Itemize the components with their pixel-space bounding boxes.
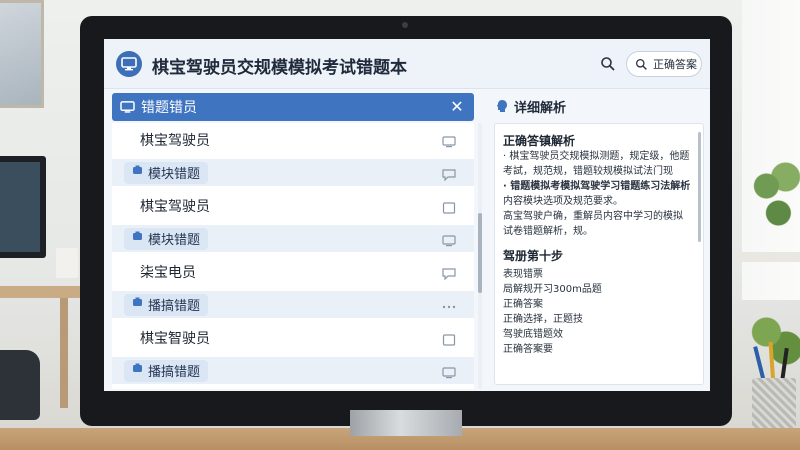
wrong-question-list-pane: 错题错员 ✕ 棋宝驾驶员 模块错题 棋宝驾驶员 模块错题 柒宝电员 播搞错题 棋宝智驶员 播搞… [112, 93, 482, 389]
app-logo-icon [116, 51, 142, 77]
list-item[interactable]: 播搞错题 [112, 288, 474, 321]
detail-header: 详细解析 [490, 93, 704, 119]
list-item[interactable]: 柒宝电员 [112, 255, 474, 288]
list-scrollbar[interactable] [478, 123, 482, 389]
scroll-thumb[interactable] [478, 213, 482, 293]
list-item-label: 柒宝电员 [140, 264, 196, 281]
square-icon[interactable] [442, 199, 456, 214]
correct-answer-button[interactable]: 正确答案 [626, 51, 702, 77]
background-monitor [0, 156, 46, 258]
detail-line: 试卷错题解析，规。 [503, 226, 593, 237]
list-item-label: 棋宝驾驶员 [140, 198, 210, 215]
section-title: 驾册第十步 [503, 249, 564, 263]
list-item[interactable]: 棋宝驾驶员 [112, 123, 474, 156]
monitor-stand [350, 410, 462, 436]
background-desk-leg [60, 298, 68, 408]
detail-scrollbar[interactable] [698, 132, 701, 242]
monitor-icon[interactable] [442, 133, 456, 148]
background-shelf [736, 252, 800, 262]
section-body: · 棋宝驾驶员交规模拟测题，规定级，他题 考試，规范规，错题较规模拟试法门现 · … [503, 149, 695, 239]
head-icon [497, 100, 507, 112]
monitor-icon [120, 100, 135, 113]
tag-label: 模块错题 [148, 233, 201, 248]
detail-line: 考試，规范规，错题较规模拟试法门现 [503, 166, 673, 177]
detail-line: 正确答案要 [503, 344, 553, 355]
monitor-icon[interactable] [442, 364, 456, 379]
list-item-label: 棋宝智驶员 [140, 330, 210, 347]
search-icon[interactable] [600, 56, 616, 72]
tag-label: 模块错题 [148, 167, 201, 182]
detail-line: 表现错票 [503, 269, 543, 280]
list-item[interactable]: 棋宝智驶员 [112, 321, 474, 354]
monitor-icon[interactable] [442, 232, 456, 247]
close-icon[interactable]: ✕ [448, 98, 466, 116]
detail-line: · 错题模拟考模拟驾驶学习错题练习法解析 [503, 181, 691, 192]
list-item-label: 棋宝驾驶员 [140, 132, 210, 149]
detail-line: 高宝驾驶户确，重解员内容中学习的模拟 [503, 211, 683, 222]
square-icon[interactable] [442, 331, 456, 346]
background-chair [0, 350, 40, 420]
more-icon[interactable] [442, 298, 456, 310]
list-header-label: 错题错员 [141, 100, 197, 116]
list-header: 错题错员 ✕ [112, 93, 474, 121]
detail-line: 局解规开习300m品题 [503, 284, 602, 295]
background-desk [0, 286, 84, 298]
chat-icon[interactable] [442, 166, 456, 182]
question-list: 棋宝驾驶员 模块错题 棋宝驾驶员 模块错题 柒宝电员 播搞错题 棋宝智驶员 播搞错题 [112, 123, 474, 389]
section-body: 表现错票局解规开习300m品题 正确答案正确选择，正题技 驾驶底错题效 正确答案要 [503, 267, 695, 357]
tag-icon [132, 231, 143, 246]
tag-icon [132, 363, 143, 378]
tag-icon [132, 297, 143, 312]
detail-line: 正确选择，正题技 [503, 314, 583, 325]
tag-label: 播搞错题 [148, 365, 201, 380]
app-window: 棋宝驾驶员交规模模拟考试错题本 正确答案 错题错员 ✕ 棋宝驾驶员 模块错题 棋宝驾… [104, 39, 710, 391]
list-item[interactable]: 模块错题 [112, 156, 474, 189]
wall-picture [0, 0, 44, 108]
detail-card: 正确答镇解析 · 棋宝驾驶员交规模拟测题，规定级，他题 考試，规范规，错题较规模… [494, 123, 704, 385]
search-icon [635, 58, 647, 70]
category-tag: 模块错题 [124, 161, 209, 184]
category-tag: 播搞错题 [124, 359, 209, 382]
correct-answer-label: 正确答案 [653, 58, 697, 71]
section-title: 正确答镇解析 [503, 134, 576, 148]
detail-line: 正确答案 [503, 299, 543, 310]
list-item[interactable]: 模块错题 [112, 222, 474, 255]
tag-icon [132, 165, 143, 180]
category-tag: 模块错题 [124, 227, 209, 250]
category-tag: 播搞错题 [124, 293, 209, 316]
chat-icon[interactable] [442, 265, 456, 281]
detail-line: 驾驶底错题效 [503, 329, 563, 340]
webcam [402, 22, 408, 28]
tag-label: 播搞错题 [148, 299, 201, 314]
background-plant [752, 150, 800, 240]
background-cup [56, 248, 78, 278]
app-header: 棋宝驾驶员交规模模拟考试错题本 正确答案 [104, 39, 710, 89]
list-item[interactable]: 播搞错题 [112, 354, 474, 387]
detail-line: · 棋宝驾驶员交规模拟测题，规定级，他题 [503, 151, 690, 162]
detail-header-label: 详细解析 [514, 100, 567, 116]
detail-pane: 详细解析 正确答镇解析 · 棋宝驾驶员交规模拟测题，规定级，他题 考試，规范规，… [490, 93, 704, 389]
app-title: 棋宝驾驶员交规模模拟考试错题本 [152, 58, 407, 78]
list-item[interactable]: 棋宝驾驶员 [112, 189, 474, 222]
detail-line: 内容模块选项及规范要求。 [503, 196, 623, 207]
